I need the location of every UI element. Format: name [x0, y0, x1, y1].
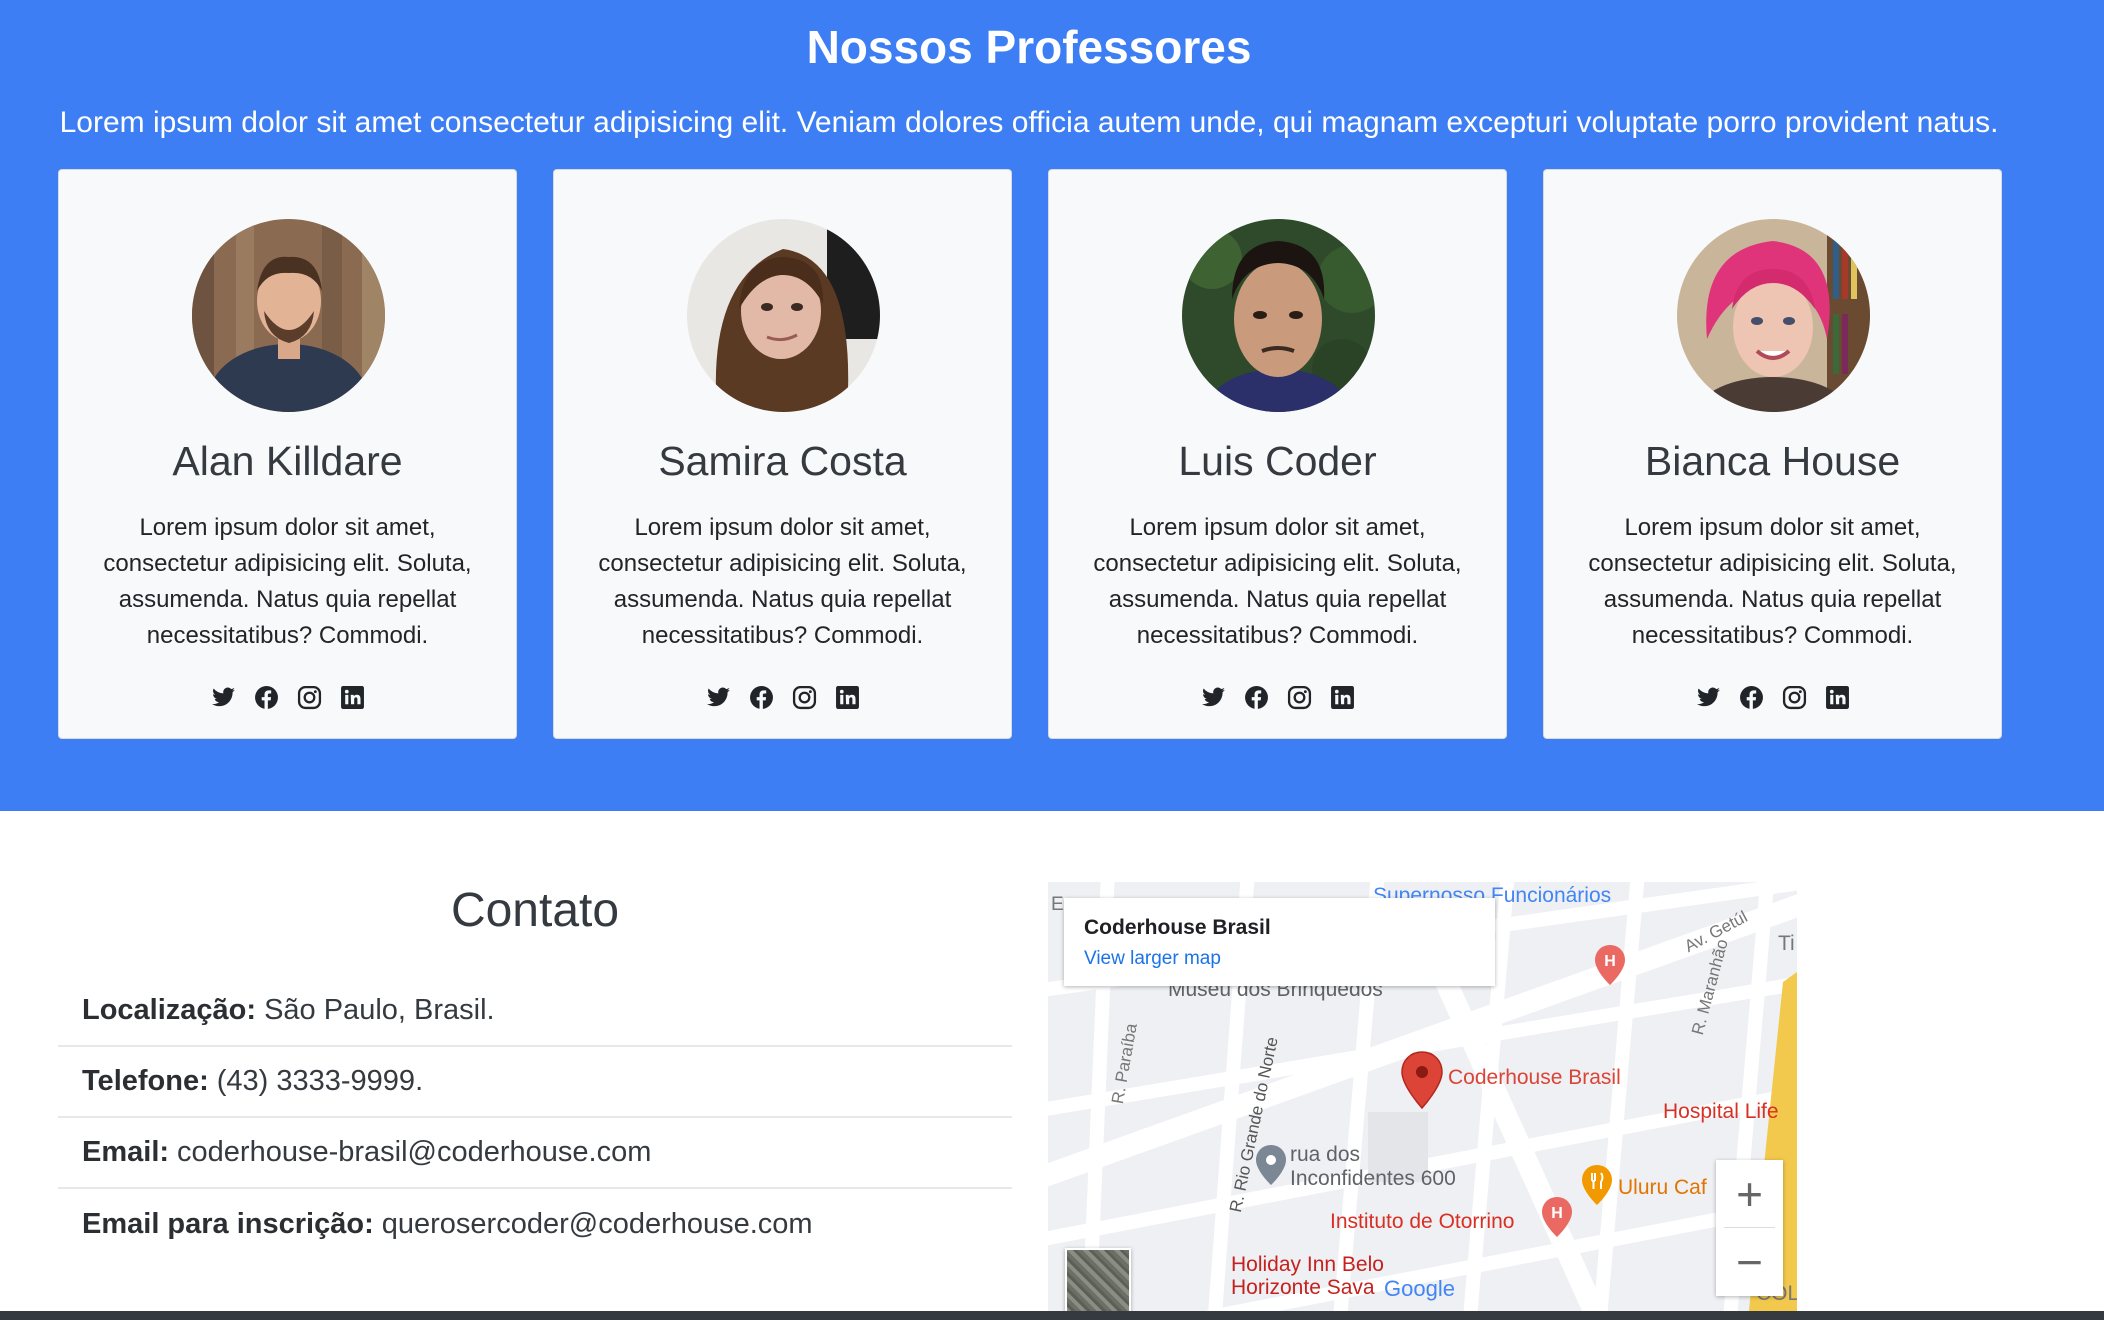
- satellite-toggle-button[interactable]: [1065, 1248, 1131, 1320]
- zoom-controls: + −: [1716, 1160, 1783, 1296]
- contact-label: Telefone:: [82, 1065, 209, 1097]
- instagram-icon[interactable]: [792, 685, 817, 710]
- contact-label: Localização:: [82, 994, 257, 1026]
- contact-location: Localização: São Paulo, Brasil.: [58, 976, 1012, 1047]
- teacher-name: Alan Killdare: [172, 438, 403, 484]
- restaurant-pin-icon: [1582, 1165, 1612, 1205]
- contact-title: Contato: [450, 884, 620, 937]
- contact-signup-email: Email para inscrição: querosercoder@code…: [58, 1189, 1012, 1260]
- teacher-card: Bianca House Lorem ipsum dolor sit amet,…: [1543, 169, 2002, 739]
- social-links: [59, 685, 516, 710]
- place-pin-icon: [1256, 1145, 1286, 1185]
- map-label: rua dos: [1290, 1143, 1361, 1166]
- instagram-icon[interactable]: [1287, 685, 1312, 710]
- linkedin-icon[interactable]: [340, 685, 365, 710]
- facebook-icon[interactable]: [254, 685, 279, 710]
- facebook-icon[interactable]: [749, 685, 774, 710]
- avatar: [1182, 219, 1375, 412]
- contact-value: coderhouse-brasil@coderhouse.com: [177, 1136, 652, 1168]
- hospital-pin-icon: H: [1542, 1197, 1572, 1237]
- social-links: [1544, 685, 2001, 710]
- teacher-name: Bianca House: [1644, 438, 1901, 484]
- linkedin-icon[interactable]: [1330, 685, 1355, 710]
- instagram-icon[interactable]: [1782, 685, 1807, 710]
- section-lead: Lorem ipsum dolor sit amet consectetur a…: [59, 106, 1999, 139]
- map-label: Uluru Caf: [1618, 1176, 1707, 1199]
- svg-text:H: H: [1551, 1205, 1563, 1222]
- contact-email: Email: coderhouse-brasil@coderhouse.com: [58, 1118, 1012, 1189]
- teacher-bio: Lorem ipsum dolor sit amet, consectetur …: [103, 514, 472, 649]
- svg-text:H: H: [1604, 953, 1616, 970]
- contact-label: Email:: [82, 1136, 170, 1168]
- social-links: [554, 685, 1011, 710]
- divider: [1724, 1227, 1775, 1228]
- teacher-name: Samira Costa: [658, 438, 907, 484]
- footer-bar: [0, 1311, 2104, 1320]
- twitter-icon[interactable]: [1201, 685, 1226, 710]
- avatar: [192, 219, 385, 412]
- contact-phone: Telefone: (43) 3333-9999.: [58, 1047, 1012, 1118]
- map-label: Inconfidentes 600: [1290, 1167, 1456, 1190]
- map-info-card: Coderhouse Brasil View larger map: [1064, 898, 1495, 986]
- contact-label: Email para inscrição:: [82, 1208, 374, 1240]
- linkedin-icon[interactable]: [835, 685, 860, 710]
- twitter-icon[interactable]: [211, 685, 236, 710]
- teacher-card: Samira Costa Lorem ipsum dolor sit amet,…: [553, 169, 1012, 739]
- map-marker-label: Coderhouse Brasil: [1448, 1066, 1621, 1089]
- map-label: Holiday Inn Belo: [1231, 1253, 1384, 1276]
- facebook-icon[interactable]: [1739, 685, 1764, 710]
- teacher-bio: Lorem ipsum dolor sit amet, consectetur …: [1588, 514, 1957, 649]
- location-pin-icon[interactable]: [1400, 1050, 1444, 1110]
- view-larger-map-link[interactable]: View larger map: [1084, 948, 1475, 970]
- map-label: Hospital Life: [1663, 1100, 1779, 1123]
- zoom-in-button[interactable]: +: [1716, 1160, 1783, 1228]
- map-label: Instituto de Otorrino: [1330, 1210, 1515, 1233]
- google-logo: Google: [1384, 1276, 1455, 1301]
- map-place-name: Coderhouse Brasil: [1084, 916, 1271, 939]
- avatar: [1677, 219, 1870, 412]
- contact-value: (43) 3333-9999.: [216, 1065, 424, 1097]
- section-title: Nossos Professores: [806, 21, 1252, 73]
- map-embed[interactable]: Es Supernosso Funcionários Museu dos Bri…: [1048, 882, 1797, 1320]
- contact-value: São Paulo, Brasil.: [264, 994, 495, 1026]
- zoom-out-button[interactable]: −: [1716, 1228, 1783, 1296]
- linkedin-icon[interactable]: [1825, 685, 1850, 710]
- contact-list: Localização: São Paulo, Brasil. Telefone…: [58, 976, 1012, 1260]
- teacher-bio: Lorem ipsum dolor sit amet, consectetur …: [1093, 514, 1462, 649]
- twitter-icon[interactable]: [706, 685, 731, 710]
- teacher-card: Alan Killdare Lorem ipsum dolor sit amet…: [58, 169, 517, 739]
- map-label: Ti: [1778, 932, 1795, 955]
- hospital-pin-icon: H: [1595, 945, 1625, 985]
- contact-value: querosercoder@coderhouse.com: [381, 1208, 813, 1240]
- twitter-icon[interactable]: [1696, 685, 1721, 710]
- instagram-icon[interactable]: [297, 685, 322, 710]
- social-links: [1049, 685, 1506, 710]
- avatar: [687, 219, 880, 412]
- teacher-name: Luis Coder: [1178, 438, 1377, 484]
- teachers-section: Nossos Professores Lorem ipsum dolor sit…: [0, 0, 2104, 811]
- teacher-card: Luis Coder Lorem ipsum dolor sit amet, c…: [1048, 169, 1507, 739]
- teacher-bio: Lorem ipsum dolor sit amet, consectetur …: [598, 514, 967, 649]
- facebook-icon[interactable]: [1244, 685, 1269, 710]
- map-label: Horizonte Sava: [1231, 1276, 1375, 1299]
